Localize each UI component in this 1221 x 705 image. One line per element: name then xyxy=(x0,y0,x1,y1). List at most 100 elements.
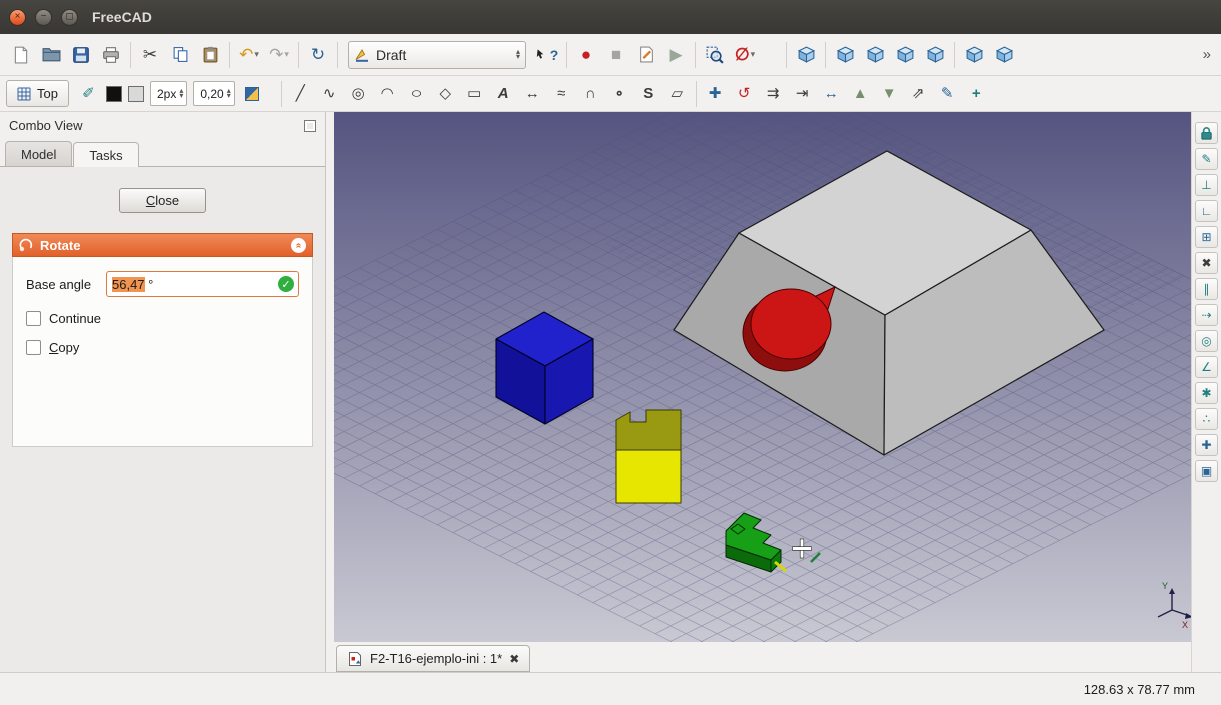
draft-bezier-button[interactable]: ∩ xyxy=(576,81,605,107)
window-minimize-button[interactable]: − xyxy=(35,8,52,26)
draft-addpoint-button[interactable]: + xyxy=(962,81,991,107)
window-maximize-button[interactable]: ◻ xyxy=(61,8,78,26)
draft-trimex-button[interactable]: ⇥ xyxy=(788,81,817,107)
line-color-swatch[interactable] xyxy=(105,85,122,102)
snap-intersection-button[interactable]: ✖ xyxy=(1195,252,1218,274)
facebinder-icon: ▱ xyxy=(671,85,683,102)
draft-upgrade-button[interactable]: ▲ xyxy=(846,81,875,107)
rotate-task-header[interactable]: Rotate « xyxy=(12,233,313,257)
snap-parallel-button[interactable]: ∥ xyxy=(1195,278,1218,300)
draft-facebinder-button[interactable]: ▱ xyxy=(663,81,692,107)
snap-perpendicular-button[interactable]: ∟ xyxy=(1195,200,1218,222)
continue-checkbox[interactable] xyxy=(26,311,41,326)
snap-special-button[interactable]: ✱ xyxy=(1195,382,1218,404)
spinner-icon[interactable]: ▴ ▾ xyxy=(227,86,231,99)
draft-bspline-button[interactable]: ≈ xyxy=(547,81,576,107)
working-plane-button[interactable]: Top xyxy=(6,80,69,107)
draft-shapestring-button[interactable]: S xyxy=(634,81,663,107)
spinner-icon[interactable]: ▴ ▾ xyxy=(179,86,183,99)
document-tabbar: F2-T16-ejemplo-ini : 1* ✖ xyxy=(334,642,1191,672)
macro-stop-button[interactable]: ■ xyxy=(601,40,631,70)
view-front-button[interactable] xyxy=(830,40,860,70)
undo-button[interactable]: ↶ ▾ xyxy=(234,40,264,70)
snap-midpoint-button[interactable]: ⊥ xyxy=(1195,174,1218,196)
refresh-button[interactable]: ↻ xyxy=(303,40,333,70)
view-rear-button[interactable] xyxy=(920,40,950,70)
window-close-button[interactable]: × xyxy=(9,8,26,26)
snap-near-button[interactable]: ∴ xyxy=(1195,408,1218,430)
macro-record-button[interactable]: ● xyxy=(571,40,601,70)
rotate-task-body: Base angle 56,47 ° ✓ Continue Copy xyxy=(12,257,313,447)
draft-text-button[interactable]: A xyxy=(489,81,518,107)
task-close-button[interactable]: Close xyxy=(118,188,207,213)
draft-scale-button[interactable]: ⇗ xyxy=(904,81,933,107)
draft-offset-button[interactable]: ⇉ xyxy=(759,81,788,107)
view-top-button[interactable] xyxy=(860,40,890,70)
view-right-button[interactable] xyxy=(890,40,920,70)
snap-center-button[interactable]: ◎ xyxy=(1195,330,1218,352)
macro-edit-button[interactable] xyxy=(631,40,661,70)
parallel-icon: ∥ xyxy=(1203,282,1210,296)
apply-style-button[interactable] xyxy=(238,81,267,107)
draft-ellipse-button[interactable]: ○ xyxy=(402,81,431,107)
macro-play-button[interactable]: ▶ xyxy=(661,40,691,70)
document-tab[interactable]: F2-T16-ejemplo-ini : 1* ✖ xyxy=(336,645,531,672)
draft-rotate-button[interactable]: ↺ xyxy=(730,81,759,107)
draft-stretch-button[interactable]: ↔ xyxy=(817,81,846,107)
snap-lock-button[interactable] xyxy=(1195,122,1218,144)
save-button[interactable] xyxy=(66,40,96,70)
draft-edit-button[interactable]: ✎ xyxy=(933,81,962,107)
view-left-button[interactable] xyxy=(959,40,989,70)
apply-style-icon xyxy=(245,86,260,101)
draft-polygon-button[interactable]: ◇ xyxy=(431,81,460,107)
snap-grid-button[interactable]: ⊞ xyxy=(1195,226,1218,248)
clipping-plane-button[interactable]: ∅ ▾ xyxy=(730,40,760,70)
print-button[interactable] xyxy=(96,40,126,70)
copy-checkbox[interactable] xyxy=(26,340,41,355)
text-scale-spinbox[interactable]: 0,20 ▴ ▾ xyxy=(193,81,235,106)
snap-extension-button[interactable]: ⇢ xyxy=(1195,304,1218,326)
box-zoom-button[interactable] xyxy=(700,40,730,70)
draft-polyline-button[interactable]: ∿ xyxy=(315,81,344,107)
workbench-selector[interactable]: Draft ▴ ▾ xyxy=(348,40,526,69)
view-bottom-button[interactable] xyxy=(989,40,1019,70)
draft-downgrade-button[interactable]: ▼ xyxy=(875,81,904,107)
axis-y-label: Y xyxy=(1162,581,1168,591)
document-tab-close-button[interactable]: ✖ xyxy=(509,652,519,666)
snap-endpoint-button[interactable]: ✎ xyxy=(1195,148,1218,170)
yellow-block-object[interactable] xyxy=(615,409,682,504)
snap-angle-button[interactable]: ∠ xyxy=(1195,356,1218,378)
construction-icon: ✐ xyxy=(82,85,95,102)
draft-circle-button[interactable]: ◎ xyxy=(344,81,373,107)
draft-move-button[interactable]: ✚ xyxy=(701,81,730,107)
3d-viewport[interactable]: Y X xyxy=(334,112,1191,642)
snap-ortho-button[interactable]: ✚ xyxy=(1195,434,1218,456)
panel-float-button[interactable] xyxy=(304,119,316,132)
combo-spinner-icon[interactable]: ▴ ▾ xyxy=(516,47,520,60)
panel-splitter[interactable] xyxy=(326,112,334,672)
copy-button[interactable] xyxy=(165,40,195,70)
collapse-icon[interactable]: « xyxy=(291,237,306,253)
snap-working-plane-button[interactable]: ▣ xyxy=(1195,460,1218,482)
tab-model[interactable]: Model xyxy=(5,141,73,166)
draft-rectangle-button[interactable]: ▭ xyxy=(460,81,489,107)
draft-line-button[interactable]: ╱ xyxy=(286,81,315,107)
maximize-icon: ◻ xyxy=(65,11,74,22)
view-isometric-button[interactable] xyxy=(791,40,821,70)
open-document-button[interactable] xyxy=(36,40,66,70)
whats-this-button[interactable]: ? xyxy=(532,40,562,70)
construction-mode-button[interactable]: ✐ xyxy=(74,81,103,107)
tab-tasks[interactable]: Tasks xyxy=(73,142,139,167)
toolbar-overflow-button[interactable]: » xyxy=(1203,46,1215,63)
line-width-spinbox[interactable]: 2px ▴ ▾ xyxy=(149,81,188,106)
base-angle-input[interactable]: 56,47 ° ✓ xyxy=(106,271,299,297)
cut-button[interactable]: ✂ xyxy=(135,40,165,70)
redo-button[interactable]: ↷ ▾ xyxy=(264,40,294,70)
paste-button[interactable] xyxy=(195,40,225,70)
face-color-swatch[interactable] xyxy=(127,85,144,102)
draft-arc-button[interactable]: ◠ xyxy=(373,81,402,107)
draft-point-button[interactable]: ∘ xyxy=(605,81,634,107)
3d-scene[interactable]: Y X xyxy=(334,112,1191,642)
draft-dimension-button[interactable]: ↔ xyxy=(518,81,547,107)
new-document-button[interactable] xyxy=(6,40,36,70)
